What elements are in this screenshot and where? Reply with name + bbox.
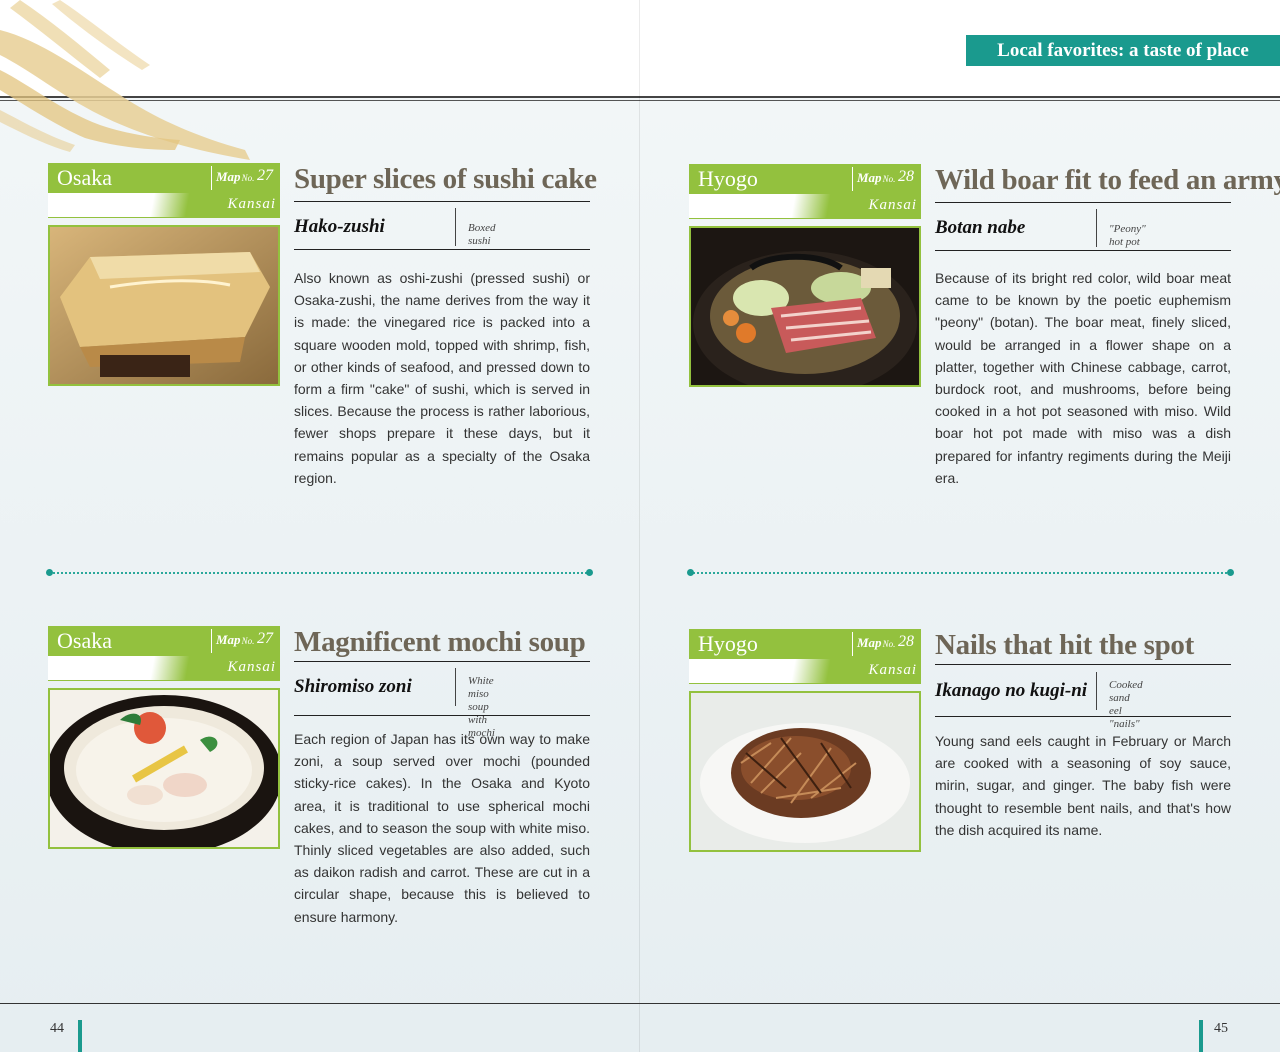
region-name: Kansai — [868, 662, 917, 678]
boar-hot-pot-photo — [689, 226, 921, 387]
section-divider — [50, 572, 590, 576]
entry-description: Also known as oshi-zushi (pressed sushi)… — [294, 270, 590, 486]
footer-rule — [0, 1003, 1280, 1004]
page-number-right: 45 — [1214, 1021, 1228, 1036]
location-tag: Osaka MapNo. 27 Kansai — [48, 163, 280, 218]
map-number: 28 — [898, 633, 914, 650]
japanese-dish-name: Ikanago no kugi-ni — [935, 680, 1088, 701]
sand-eel-photo — [689, 691, 921, 852]
prefecture-name: Hyogo — [698, 631, 758, 656]
page-number-left: 44 — [50, 1021, 64, 1036]
prefecture-name: Hyogo — [698, 166, 758, 191]
section-title: Local favorites: a taste of place — [966, 35, 1280, 66]
map-label: MapNo. — [857, 170, 896, 185]
english-dish-name: Cooked sand eel "nails" — [1109, 679, 1143, 730]
map-label: MapNo. — [216, 169, 255, 184]
location-tag: Osaka MapNo. 27 Kansai — [48, 626, 280, 681]
map-number: 27 — [257, 167, 273, 184]
english-dish-name: Boxed sushi — [468, 222, 496, 247]
entry-title: Magnificent mochi soup — [294, 626, 586, 658]
entry-description: Young sand eels caught in February or Ma… — [935, 733, 1231, 838]
entry-description: Each region of Japan has its own way to … — [294, 731, 590, 925]
page-marker-left — [78, 1020, 82, 1052]
location-tag: Hyogo MapNo. 28 Kansai — [689, 629, 921, 684]
region-name: Kansai — [868, 197, 917, 213]
entry-title: Wild boar fit to feed an army — [935, 164, 1280, 196]
boxed-sushi-photo — [48, 225, 280, 386]
entry-title: Super slices of sushi cake — [294, 163, 597, 195]
region-name: Kansai — [227, 196, 276, 212]
brush-stroke-decoration — [0, 0, 250, 160]
map-number: 28 — [898, 168, 914, 185]
page-marker-right — [1199, 1020, 1203, 1052]
book-spine — [639, 0, 640, 1052]
region-name: Kansai — [227, 659, 276, 675]
english-dish-name: "Peony" hot pot — [1109, 223, 1146, 248]
japanese-dish-name: Botan nabe — [935, 217, 1026, 238]
japanese-dish-name: Hako-zushi — [294, 216, 385, 237]
map-label: MapNo. — [857, 635, 896, 650]
map-number: 27 — [257, 630, 273, 647]
japanese-dish-name: Shiromiso zoni — [294, 676, 412, 697]
prefecture-name: Osaka — [57, 165, 112, 190]
mochi-soup-photo — [48, 688, 280, 849]
map-label: MapNo. — [216, 632, 255, 647]
section-divider — [690, 572, 1230, 576]
entry-description: Because of its bright red color, wild bo… — [935, 270, 1231, 486]
location-tag: Hyogo MapNo. 28 Kansai — [689, 164, 921, 219]
entry-title: Nails that hit the spot — [935, 629, 1194, 661]
prefecture-name: Osaka — [57, 628, 112, 653]
